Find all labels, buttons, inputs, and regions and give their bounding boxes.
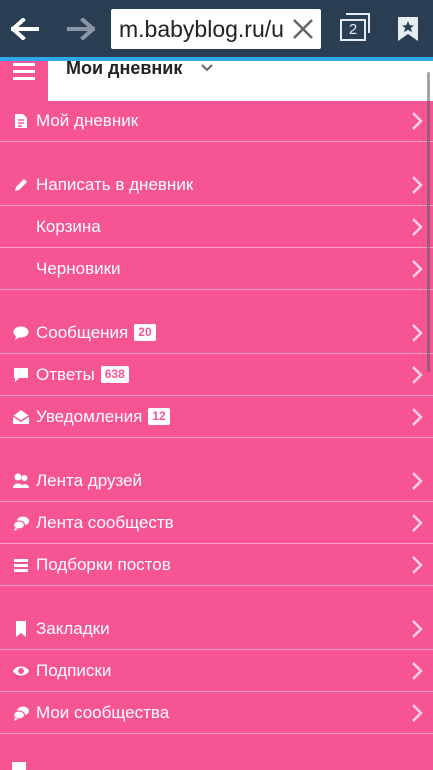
menu-item-friends-feed[interactable]: Лента друзей: [0, 460, 433, 502]
menu-item-text: Уведомления: [36, 407, 143, 426]
menu-item-label: Корзина: [36, 217, 101, 236]
chevron-right-icon: [412, 408, 423, 426]
menu-item-label: Написать в дневник: [36, 175, 194, 194]
tab-count: 2: [340, 19, 366, 41]
speech-bubble-icon: [13, 326, 29, 340]
chevron-right-icon: [412, 260, 423, 278]
menu-item-label: Сообщения 20: [36, 323, 156, 343]
menu-item-my-communities[interactable]: Мои сообщества: [0, 692, 433, 734]
forward-button[interactable]: [56, 0, 106, 58]
chevron-right-icon: [412, 556, 423, 574]
menu-item-label: Лента сообществ: [36, 513, 174, 532]
menu-item-label: Черновики: [36, 259, 121, 278]
chevron-right-icon: [412, 112, 423, 130]
unread-count-badge: 12: [148, 408, 170, 425]
menu-item-bookmarks[interactable]: Закладки: [0, 608, 433, 650]
chevron-down-icon[interactable]: [200, 63, 214, 73]
page-header: Мои дневник: [0, 58, 433, 101]
chevron-right-icon: [412, 366, 423, 384]
chevron-right-icon: [412, 704, 423, 722]
menu-item-trash[interactable]: Корзина: [0, 206, 433, 248]
menu-item-replies[interactable]: Ответы 638: [0, 354, 433, 396]
menu-item-communities-feed[interactable]: Лента сообществ: [0, 502, 433, 544]
stack-icon: [14, 559, 28, 572]
unread-count-badge: 20: [134, 324, 156, 341]
arrow-left-icon: [11, 18, 39, 40]
menu-item-my-diary[interactable]: Мой дневник: [0, 100, 433, 142]
menu-item-label: Мой дневник: [36, 111, 139, 130]
unread-count-badge: 638: [100, 366, 129, 383]
reply-bubble-icon: [14, 368, 28, 382]
menu-toggle-button[interactable]: [0, 61, 48, 101]
hamburger-line: [13, 77, 35, 80]
menu-item-messages[interactable]: Сообщения 20: [0, 312, 433, 354]
chevron-right-icon: [412, 324, 423, 342]
menu-item-label: Закладки: [36, 619, 110, 638]
scrollbar[interactable]: [427, 72, 430, 372]
arrow-right-icon: [67, 18, 95, 40]
menu-item-label: Лента друзей: [36, 471, 143, 490]
tabs-button[interactable]: 2: [332, 8, 376, 50]
address-bar[interactable]: m.babyblog.ru/u: [111, 9, 321, 49]
menu-item-write-diary[interactable]: Написать в дневник: [0, 164, 433, 206]
communities-icon: [12, 516, 29, 531]
menu-item-label: Уведомления 12: [36, 407, 170, 427]
menu-item-subscriptions[interactable]: Подписки: [0, 650, 433, 692]
chevron-right-icon: [412, 514, 423, 532]
hamburger-line: [13, 70, 35, 73]
chevron-right-icon: [412, 662, 423, 680]
close-icon[interactable]: [291, 17, 315, 41]
chevron-right-icon: [412, 620, 423, 638]
page-title[interactable]: Мои дневник: [66, 58, 182, 79]
back-button[interactable]: [0, 0, 50, 58]
menu-item-label: Подборки постов: [36, 555, 171, 574]
menu-item-label: Ответы 638: [36, 365, 129, 385]
envelope-open-icon: [12, 410, 30, 424]
chevron-right-icon: [412, 176, 423, 194]
menu-item-text: Сообщения: [36, 323, 129, 342]
menu-item-partial[interactable]: [12, 762, 26, 770]
hamburger-icon: [13, 63, 35, 66]
menu-item-label: Подписки: [36, 661, 112, 680]
pencil-icon: [15, 179, 27, 191]
bookmark-star-button[interactable]: [382, 0, 433, 58]
friends-icon: [13, 473, 29, 488]
bookmark-icon: [16, 621, 26, 637]
chevron-right-icon: [412, 218, 423, 236]
chevron-right-icon: [412, 472, 423, 490]
url-text[interactable]: m.babyblog.ru/u: [111, 16, 283, 43]
menu-item-text: Ответы: [36, 365, 95, 384]
eye-icon: [13, 666, 29, 676]
menu-item-notifications[interactable]: Уведомления 12: [0, 396, 433, 438]
menu-item-label: Мои сообщества: [36, 703, 170, 722]
menu-item-drafts[interactable]: Черновики: [0, 248, 433, 290]
document-icon: [15, 114, 27, 128]
bookmark-star-icon: [397, 17, 418, 41]
menu-item-post-collections[interactable]: Подборки постов: [0, 544, 433, 586]
communities-icon: [12, 706, 29, 721]
